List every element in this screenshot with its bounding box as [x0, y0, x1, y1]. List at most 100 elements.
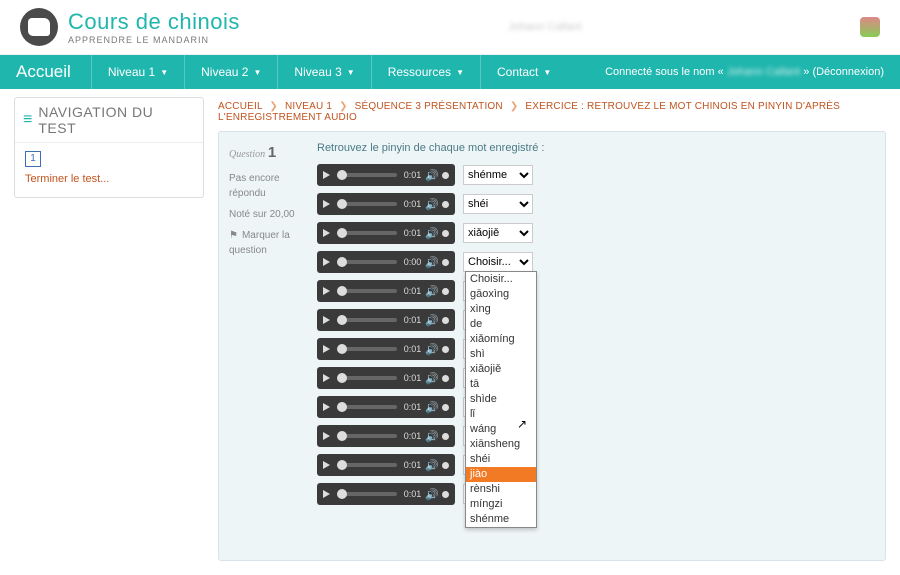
dropdown-option[interactable]: xiǎojiě: [466, 362, 536, 377]
play-icon[interactable]: [323, 287, 330, 295]
play-icon[interactable]: [323, 403, 330, 411]
exercise-row: 0:01🔊Choisir...: [317, 396, 875, 418]
avatar[interactable]: [860, 17, 880, 37]
dropdown-option[interactable]: de: [466, 317, 536, 332]
play-icon[interactable]: [323, 432, 330, 440]
audio-player[interactable]: 0:01🔊: [317, 193, 455, 215]
dropdown-option[interactable]: Choisir...: [466, 272, 536, 287]
audio-player[interactable]: 0:01🔊: [317, 164, 455, 186]
answer-select[interactable]: Choisir...: [463, 252, 533, 272]
volume-icon[interactable]: 🔊: [425, 430, 449, 443]
time-label: 0:01: [404, 344, 422, 354]
volume-icon[interactable]: 🔊: [425, 372, 449, 385]
question-number-box[interactable]: 1: [25, 151, 41, 167]
volume-icon[interactable]: 🔊: [425, 459, 449, 472]
chevron-down-icon: ▼: [456, 68, 464, 77]
brand-title: Cours de chinois: [68, 9, 240, 35]
volume-icon[interactable]: 🔊: [425, 314, 449, 327]
seek-slider[interactable]: [337, 463, 397, 467]
audio-player[interactable]: 0:01🔊: [317, 222, 455, 244]
logout-link[interactable]: Déconnexion: [816, 66, 880, 78]
logo-icon: [20, 8, 58, 46]
dropdown-option[interactable]: tā: [466, 377, 536, 392]
breadcrumb: ACCUEIL ❯ NIVEAU 1 ❯ SÉQUENCE 3 PRÉSENTA…: [218, 97, 886, 131]
seek-slider[interactable]: [337, 318, 397, 322]
answer-select[interactable]: Choisir...shénme: [463, 165, 533, 185]
dropdown-option[interactable]: xiānsheng: [466, 437, 536, 452]
play-icon[interactable]: [323, 200, 330, 208]
audio-player[interactable]: 0:01🔊: [317, 309, 455, 331]
question-status: Pas encore répondu: [229, 171, 307, 201]
finish-test-link[interactable]: Terminer le test...: [25, 173, 109, 185]
audio-player[interactable]: 0:01🔊: [317, 483, 455, 505]
dropdown-option[interactable]: wáng: [466, 422, 536, 437]
crumb-accueil[interactable]: ACCUEIL: [218, 101, 262, 112]
play-icon[interactable]: [323, 171, 330, 179]
nav-contact[interactable]: Contact▼: [480, 55, 567, 89]
dropdown-option[interactable]: rènshi: [466, 482, 536, 497]
volume-icon[interactable]: 🔊: [425, 227, 449, 240]
audio-player[interactable]: 0:00🔊: [317, 251, 455, 273]
time-label: 0:01: [404, 373, 422, 383]
answer-select[interactable]: Choisir...shéi: [463, 194, 533, 214]
audio-player[interactable]: 0:01🔊: [317, 367, 455, 389]
play-icon[interactable]: [323, 258, 330, 266]
volume-icon[interactable]: 🔊: [425, 285, 449, 298]
dropdown-option[interactable]: lǐ: [466, 407, 536, 422]
dropdown-option[interactable]: míngzi: [466, 497, 536, 512]
seek-slider[interactable]: [337, 376, 397, 380]
dropdown-option[interactable]: gāoxìng: [466, 287, 536, 302]
seek-slider[interactable]: [337, 289, 397, 293]
play-icon[interactable]: [323, 345, 330, 353]
exercise-row: 0:01🔊Choisir...: [317, 454, 875, 476]
dropdown-option[interactable]: jiào: [466, 467, 536, 482]
seek-slider[interactable]: [337, 173, 397, 177]
chevron-down-icon: ▼: [253, 68, 261, 77]
nav-ressources[interactable]: Ressources▼: [371, 55, 480, 89]
crumb-sequence-3[interactable]: SÉQUENCE 3 PRÉSENTATION: [355, 101, 503, 112]
seek-slider[interactable]: [337, 231, 397, 235]
dropdown-option[interactable]: shìde: [466, 392, 536, 407]
nav-niveau-2[interactable]: Niveau 2▼: [184, 55, 277, 89]
volume-icon[interactable]: 🔊: [425, 198, 449, 211]
chevron-right-icon: ❯: [339, 101, 348, 112]
volume-icon[interactable]: 🔊: [425, 343, 449, 356]
audio-player[interactable]: 0:01🔊: [317, 280, 455, 302]
audio-player[interactable]: 0:01🔊: [317, 338, 455, 360]
seek-slider[interactable]: [337, 492, 397, 496]
play-icon[interactable]: [323, 490, 330, 498]
nav-home[interactable]: Accueil: [16, 62, 71, 82]
volume-icon[interactable]: 🔊: [425, 169, 449, 182]
dropdown-option[interactable]: shéi: [466, 452, 536, 467]
play-icon[interactable]: [323, 461, 330, 469]
play-icon[interactable]: [323, 374, 330, 382]
play-icon[interactable]: [323, 316, 330, 324]
nav-niveau-3[interactable]: Niveau 3▼: [277, 55, 370, 89]
answer-select[interactable]: Choisir...xiǎojiě: [463, 223, 533, 243]
crumb-niveau-1[interactable]: NIVEAU 1: [285, 101, 332, 112]
audio-player[interactable]: 0:01🔊: [317, 396, 455, 418]
nav-niveau-1[interactable]: Niveau 1▼: [91, 55, 184, 89]
volume-icon[interactable]: 🔊: [425, 256, 449, 269]
audio-player[interactable]: 0:01🔊: [317, 454, 455, 476]
seek-slider[interactable]: [337, 202, 397, 206]
chevron-down-icon: ▼: [160, 68, 168, 77]
time-label: 0:01: [404, 286, 422, 296]
play-icon[interactable]: [323, 229, 330, 237]
seek-slider[interactable]: [337, 434, 397, 438]
dropdown-option[interactable]: xiǎomíng: [466, 332, 536, 347]
seek-slider[interactable]: [337, 405, 397, 409]
volume-icon[interactable]: 🔊: [425, 488, 449, 501]
seek-slider[interactable]: [337, 260, 397, 264]
answer-dropdown-list[interactable]: Choisir...gāoxìngxìngdexiǎomíngshìxiǎoji…: [465, 271, 537, 528]
flag-question-link[interactable]: ⚑Marquer la question: [229, 228, 307, 258]
time-label: 0:01: [404, 228, 422, 238]
dropdown-option[interactable]: xìng: [466, 302, 536, 317]
exercise-row: 0:01🔊 Choisir...shéi: [317, 193, 875, 215]
audio-player[interactable]: 0:01🔊: [317, 425, 455, 447]
dropdown-option[interactable]: shì: [466, 347, 536, 362]
volume-icon[interactable]: 🔊: [425, 401, 449, 414]
seek-slider[interactable]: [337, 347, 397, 351]
exercise-row: 0:01🔊 Choisir...xiǎojiě: [317, 222, 875, 244]
question-score: Noté sur 20,00: [229, 207, 307, 222]
